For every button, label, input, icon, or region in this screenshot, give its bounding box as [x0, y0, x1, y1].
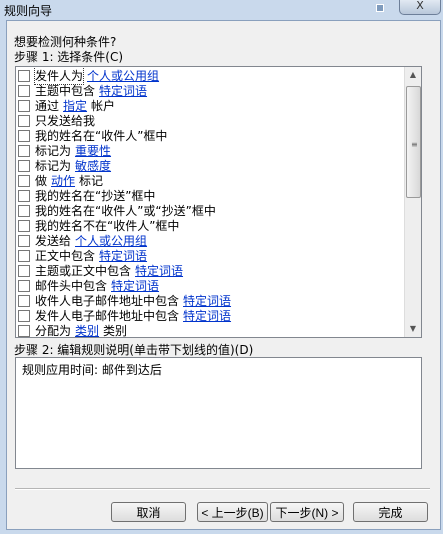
condition-checkbox[interactable]	[18, 99, 30, 112]
condition-checkbox[interactable]	[18, 144, 30, 157]
condition-row[interactable]: 标记为 重要性	[18, 143, 402, 158]
condition-row[interactable]: 我的姓名在“收件人”或“抄送”框中	[18, 203, 402, 218]
scroll-up-icon[interactable]: ▲	[405, 67, 421, 83]
condition-checkbox[interactable]	[18, 264, 30, 277]
condition-row[interactable]: 发件人电子邮件地址中包含 特定词语	[18, 308, 402, 323]
condition-checkbox[interactable]	[18, 309, 30, 322]
condition-row[interactable]: 我的姓名在“收件人”框中	[18, 128, 402, 143]
condition-row[interactable]: 分配为 类别 类别	[18, 322, 402, 338]
condition-row[interactable]: 标记为 敏感度	[18, 158, 402, 173]
condition-checkbox[interactable]	[18, 69, 30, 82]
title-bar-icon	[376, 4, 384, 12]
step1-label: 步骤 1: 选择条件(C)	[14, 50, 124, 64]
condition-checkbox[interactable]	[18, 129, 30, 142]
scroll-grip-icon: ≡	[411, 140, 418, 149]
condition-checkbox[interactable]	[18, 114, 30, 127]
condition-checkbox[interactable]	[18, 84, 30, 97]
condition-checkbox[interactable]	[18, 219, 30, 232]
condition-text: 分配为	[35, 324, 72, 338]
condition-link[interactable]: 特定词语	[183, 307, 231, 324]
back-button[interactable]: < 上一步(B)	[197, 502, 268, 522]
condition-text: 类别	[103, 324, 128, 338]
condition-row[interactable]: 收件人电子邮件地址中包含 特定词语	[18, 293, 402, 308]
condition-row[interactable]: 我的姓名在“抄送”框中	[18, 188, 402, 203]
condition-row[interactable]: 主题或正文中包含 特定词语	[18, 263, 402, 278]
scroll-down-icon[interactable]: ▼	[405, 321, 421, 337]
window-title: 规则向导	[4, 4, 53, 18]
conditions-scrollbar[interactable]: ▲ ≡ ▼	[404, 67, 421, 337]
condition-link[interactable]: 类别	[75, 322, 99, 337]
dialog-body: 想要检测何种条件? 步骤 1: 选择条件(C) 发件人为 个人或公用组 主题中包含特…	[6, 20, 441, 530]
cancel-button[interactable]: 取消	[111, 502, 186, 522]
condition-checkbox[interactable]	[18, 249, 30, 262]
condition-checkbox[interactable]	[18, 279, 30, 292]
condition-row[interactable]: 做动作 标记	[18, 173, 402, 188]
close-button[interactable]: X	[399, 0, 441, 15]
condition-row[interactable]: 我的姓名不在“收件人”框中	[18, 218, 402, 233]
condition-row[interactable]: 主题中包含 特定词语	[18, 83, 402, 98]
condition-row[interactable]: 发送给 个人或公用组	[18, 233, 402, 248]
step2-label: 步骤 2: 编辑规则说明(单击带下划线的值)(D)	[14, 343, 254, 357]
condition-checkbox[interactable]	[18, 294, 30, 307]
condition-checkbox[interactable]	[18, 234, 30, 247]
condition-checkbox[interactable]	[18, 324, 30, 337]
condition-checkbox[interactable]	[18, 159, 30, 172]
condition-row[interactable]: 通过 指定 帐户	[18, 98, 402, 113]
condition-checkbox[interactable]	[18, 174, 30, 187]
separator	[15, 488, 430, 490]
condition-row[interactable]: 发件人为 个人或公用组	[18, 67, 402, 85]
title-bar: 规则向导 X	[0, 0, 443, 20]
scroll-thumb[interactable]: ≡	[406, 86, 421, 198]
conditions-list[interactable]: 发件人为 个人或公用组 主题中包含 特定词语 通过 指定 帐户 只发送给我 我的姓名在“收件人”…	[15, 66, 422, 338]
condition-row[interactable]: 只发送给我	[18, 113, 402, 128]
rule-description-box[interactable]: 规则应用时间: 邮件到达后	[15, 357, 422, 469]
condition-row[interactable]: 正文中包含 特定词语	[18, 248, 402, 263]
condition-checkbox[interactable]	[18, 189, 30, 202]
next-button[interactable]: 下一步(N) >	[270, 502, 344, 522]
condition-row[interactable]: 邮件头中包含 特定词语	[18, 278, 402, 293]
rule-description-text: 规则应用时间: 邮件到达后	[22, 363, 162, 377]
finish-button[interactable]: 完成	[353, 502, 428, 522]
condition-checkbox[interactable]	[18, 204, 30, 217]
